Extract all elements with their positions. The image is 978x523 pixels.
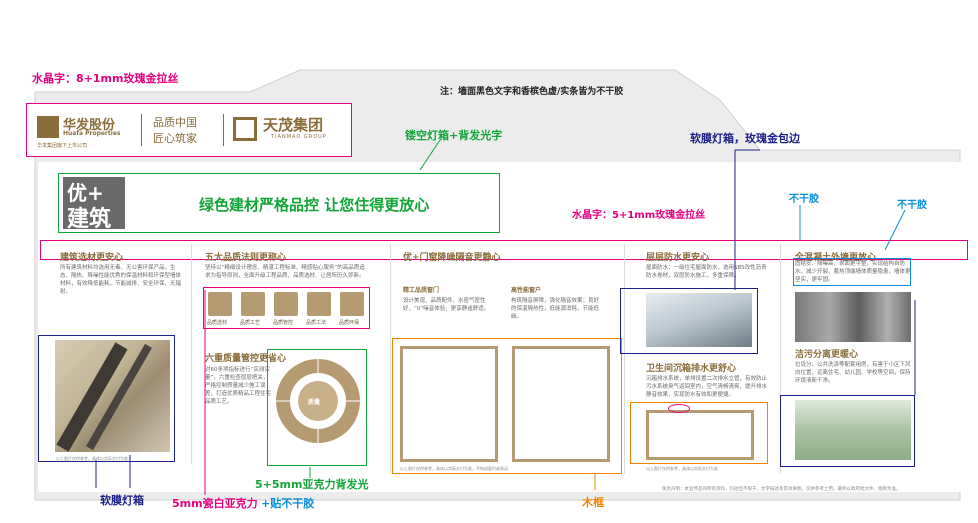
annotation-soft-film-bottom: 软膜灯箱 (100, 494, 144, 507)
annotation-acrylic-backlight: 5+5mm亚克力背发光 (255, 478, 369, 491)
annotation-acrylic-white: 5mm瓷白亚克力 (172, 497, 258, 510)
annotation-wood-frame: 木框 (582, 496, 604, 509)
leader-lines (95, 149, 916, 495)
annotation-acrylic-white-suffix: +贴不干胶 (261, 497, 315, 510)
